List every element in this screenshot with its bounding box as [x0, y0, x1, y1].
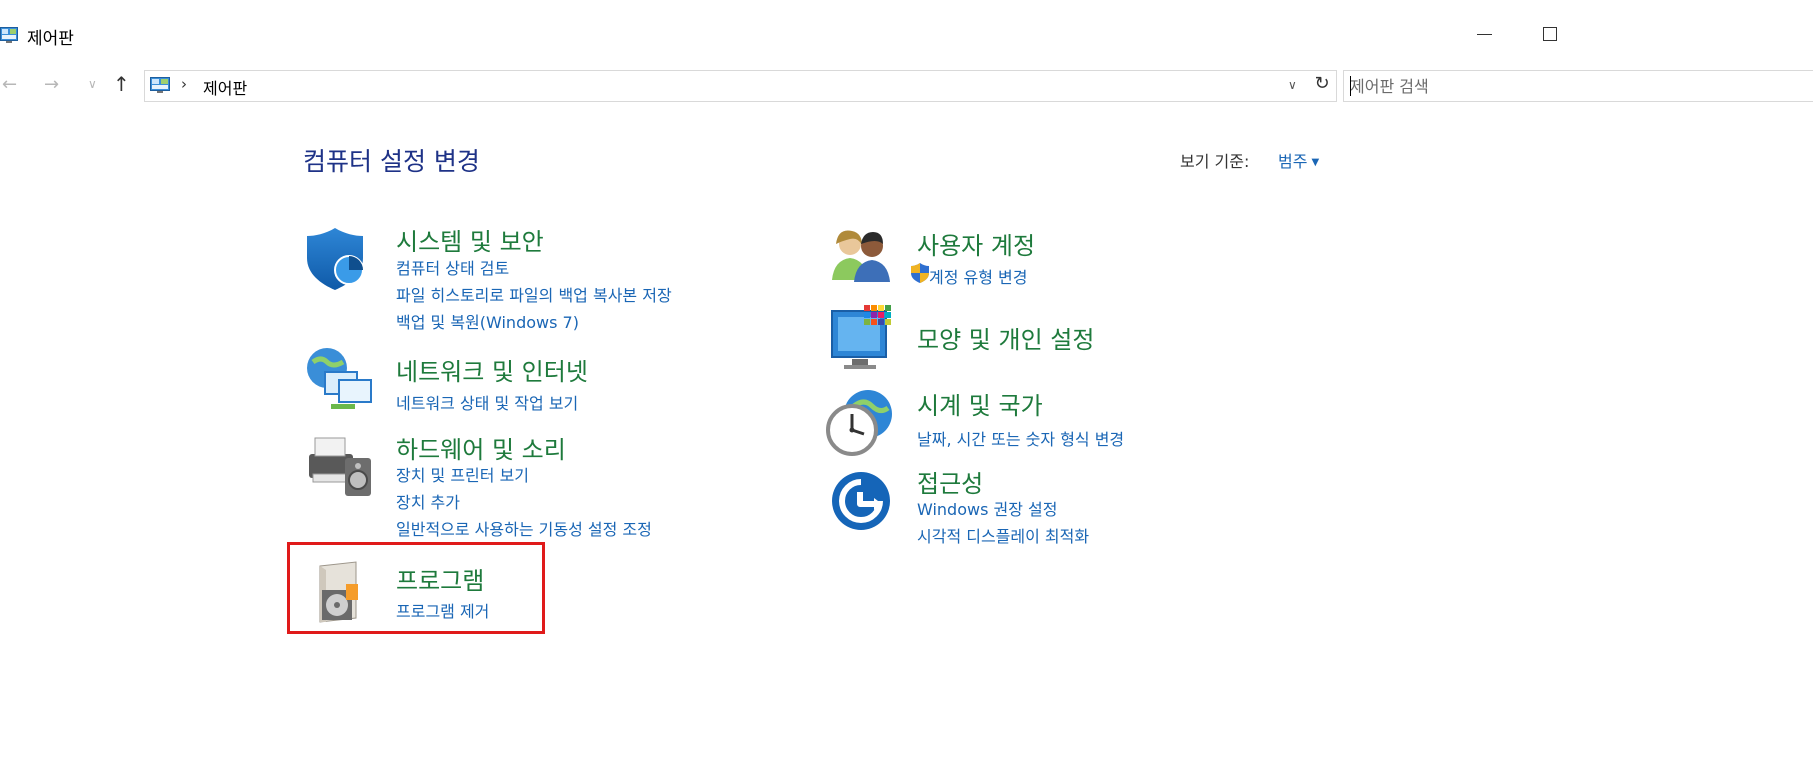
clock-region-icon[interactable]: [824, 388, 894, 458]
ease-of-access-link-optimize-display[interactable]: 시각적 디스플레이 최적화: [917, 523, 1089, 547]
clock-region-link-formats[interactable]: 날짜, 시간 또는 숫자 형식 변경: [917, 426, 1124, 450]
breadcrumb-item[interactable]: 제어판: [203, 75, 247, 99]
ease-of-access-title[interactable]: 접근성: [917, 464, 983, 499]
dropdown-caret-icon: ▼: [1311, 157, 1320, 168]
network-internet-icon[interactable]: [303, 346, 375, 412]
back-arrow-icon: ←: [2, 74, 18, 95]
maximize-icon: [1543, 27, 1557, 41]
highlight-box: [287, 542, 545, 634]
network-internet-title[interactable]: 네트워크 및 인터넷: [396, 352, 588, 387]
view-by-label: 보기 기준:: [1180, 152, 1250, 171]
forward-arrow-icon: →: [44, 74, 60, 95]
hardware-link-devices-printers[interactable]: 장치 및 프린터 보기: [396, 462, 529, 486]
system-security-link-backup-restore[interactable]: 백업 및 복원(Windows 7): [396, 309, 579, 333]
address-dropdown-icon[interactable]: ∨: [1288, 78, 1297, 92]
ease-of-access-link-recommended[interactable]: Windows 권장 설정: [917, 496, 1057, 520]
user-accounts-link-change-type[interactable]: 계정 유형 변경: [929, 264, 1028, 288]
back-button[interactable]: ←: [2, 74, 24, 100]
text-cursor: [1350, 76, 1351, 96]
hardware-link-add-device[interactable]: 장치 추가: [396, 489, 460, 513]
appearance-personalization-icon[interactable]: [830, 303, 896, 371]
address-bar[interactable]: [144, 70, 1337, 102]
minimize-icon: [1476, 33, 1492, 35]
appearance-personalization-title[interactable]: 모양 및 개인 설정: [917, 320, 1094, 355]
window-title: 제어판: [27, 29, 74, 49]
network-link-status[interactable]: 네트워크 상태 및 작업 보기: [396, 390, 578, 414]
breadcrumb-separator-icon: ›: [181, 75, 187, 93]
uac-shield-icon: [910, 262, 930, 284]
hardware-sound-icon[interactable]: [303, 432, 377, 498]
clock-region-title[interactable]: 시계 및 국가: [917, 386, 1043, 421]
ease-of-access-icon[interactable]: [830, 470, 892, 532]
page-title: 컴퓨터 설정 변경: [303, 147, 480, 176]
control-panel-icon: [0, 27, 18, 43]
minimize-button[interactable]: [1461, 14, 1507, 54]
search-input[interactable]: [1344, 72, 1790, 100]
chevron-down-icon: ∨: [88, 77, 97, 91]
system-security-link-file-history[interactable]: 파일 히스토리로 파일의 백업 복사본 저장: [396, 282, 672, 306]
view-by-value: 범주: [1278, 152, 1308, 171]
search-box[interactable]: [1343, 70, 1813, 102]
hardware-sound-title[interactable]: 하드웨어 및 소리: [396, 430, 566, 465]
forward-button[interactable]: →: [44, 74, 66, 100]
system-security-icon[interactable]: [303, 224, 367, 292]
user-accounts-title[interactable]: 사용자 계정: [917, 226, 1035, 261]
refresh-icon[interactable]: ↻: [1310, 73, 1334, 97]
recent-locations-button[interactable]: ∨: [88, 77, 102, 99]
view-by-dropdown[interactable]: 범주 ▼: [1278, 148, 1319, 172]
control-panel-icon: [150, 77, 170, 94]
system-security-link-review-status[interactable]: 컴퓨터 상태 검토: [396, 255, 509, 279]
up-arrow-icon: ↑: [113, 72, 130, 96]
up-button[interactable]: ↑: [113, 72, 135, 100]
maximize-button[interactable]: [1527, 14, 1573, 54]
system-security-title[interactable]: 시스템 및 보안: [396, 222, 544, 257]
hardware-link-mobility-settings[interactable]: 일반적으로 사용하는 기동성 설정 조정: [396, 516, 652, 540]
user-accounts-icon[interactable]: [830, 226, 892, 284]
